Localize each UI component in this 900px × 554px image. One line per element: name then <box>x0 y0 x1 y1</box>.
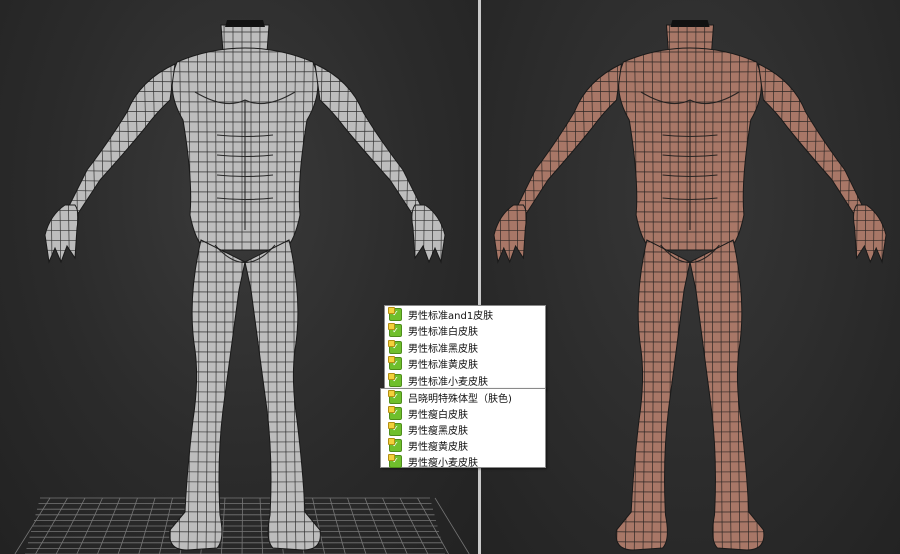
list-item[interactable]: ✓ 男性瘦黄皮肤 <box>381 437 545 453</box>
list-item-label: 男性标准黑皮肤 <box>408 343 478 355</box>
list-item[interactable]: ✓ 男性瘦白皮肤 <box>381 405 545 421</box>
viewport-left[interactable] <box>0 0 478 554</box>
list-item-label: 男性瘦黑皮肤 <box>408 425 468 437</box>
body-mesh <box>493 20 887 551</box>
green-check-icon: ✓ <box>388 405 402 420</box>
skin-list-panel-b: ✓ 吕晓明特殊体型（肤色) ✓ 男性瘦白皮肤 ✓ 男性瘦黑皮肤 ✓ 男性瘦黄皮肤 ✓ 男性… <box>380 388 546 469</box>
viewport-right[interactable] <box>481 0 900 554</box>
list-item-label: 男性标准黄皮肤 <box>408 360 478 372</box>
green-check-icon: ✓ <box>388 421 402 436</box>
green-check-icon: ✓ <box>388 372 402 387</box>
green-check-icon: ✓ <box>388 323 402 338</box>
list-item-label: 吕晓明特殊体型（肤色) <box>408 393 512 405</box>
list-item[interactable]: ✓ 男性标准黑皮肤 <box>385 339 545 356</box>
body-mesh <box>44 20 446 551</box>
list-item[interactable]: ✓ 男性标准and1皮肤 <box>385 306 545 323</box>
green-check-icon: ✓ <box>388 339 402 354</box>
skin-figure <box>493 20 887 551</box>
list-item-label: 男性瘦白皮肤 <box>408 409 468 421</box>
floor-grid <box>14 497 470 554</box>
green-check-icon: ✓ <box>388 389 402 404</box>
list-item-label: 男性标准白皮肤 <box>408 327 478 339</box>
list-item-label: 男性瘦小麦皮肤 <box>408 457 478 469</box>
skin-list-panel-a: ✓ 男性标准and1皮肤 ✓ 男性标准白皮肤 ✓ 男性标准黑皮肤 ✓ 男性标准黄皮肤 ✓… <box>384 305 546 390</box>
list-item[interactable]: ✓ 吕晓明特殊体型（肤色) <box>381 389 545 405</box>
list-item-label: 男性标准小麦皮肤 <box>408 376 488 388</box>
list-item[interactable]: ✓ 男性标准白皮肤 <box>385 323 545 340</box>
green-check-icon: ✓ <box>388 356 402 371</box>
green-check-icon: ✓ <box>388 437 402 452</box>
list-item[interactable]: ✓ 男性标准小麦皮肤 <box>385 372 545 389</box>
wireframe-figure <box>14 20 470 554</box>
green-check-icon: ✓ <box>388 453 402 468</box>
green-check-icon: ✓ <box>388 306 402 321</box>
list-item[interactable]: ✓ 男性标准黄皮肤 <box>385 356 545 373</box>
list-item[interactable]: ✓ 男性瘦黑皮肤 <box>381 421 545 437</box>
list-item-label: 男性标准and1皮肤 <box>408 310 494 322</box>
list-item-label: 男性瘦黄皮肤 <box>408 441 468 453</box>
list-item[interactable]: ✓ 男性瘦小麦皮肤 <box>381 453 545 469</box>
